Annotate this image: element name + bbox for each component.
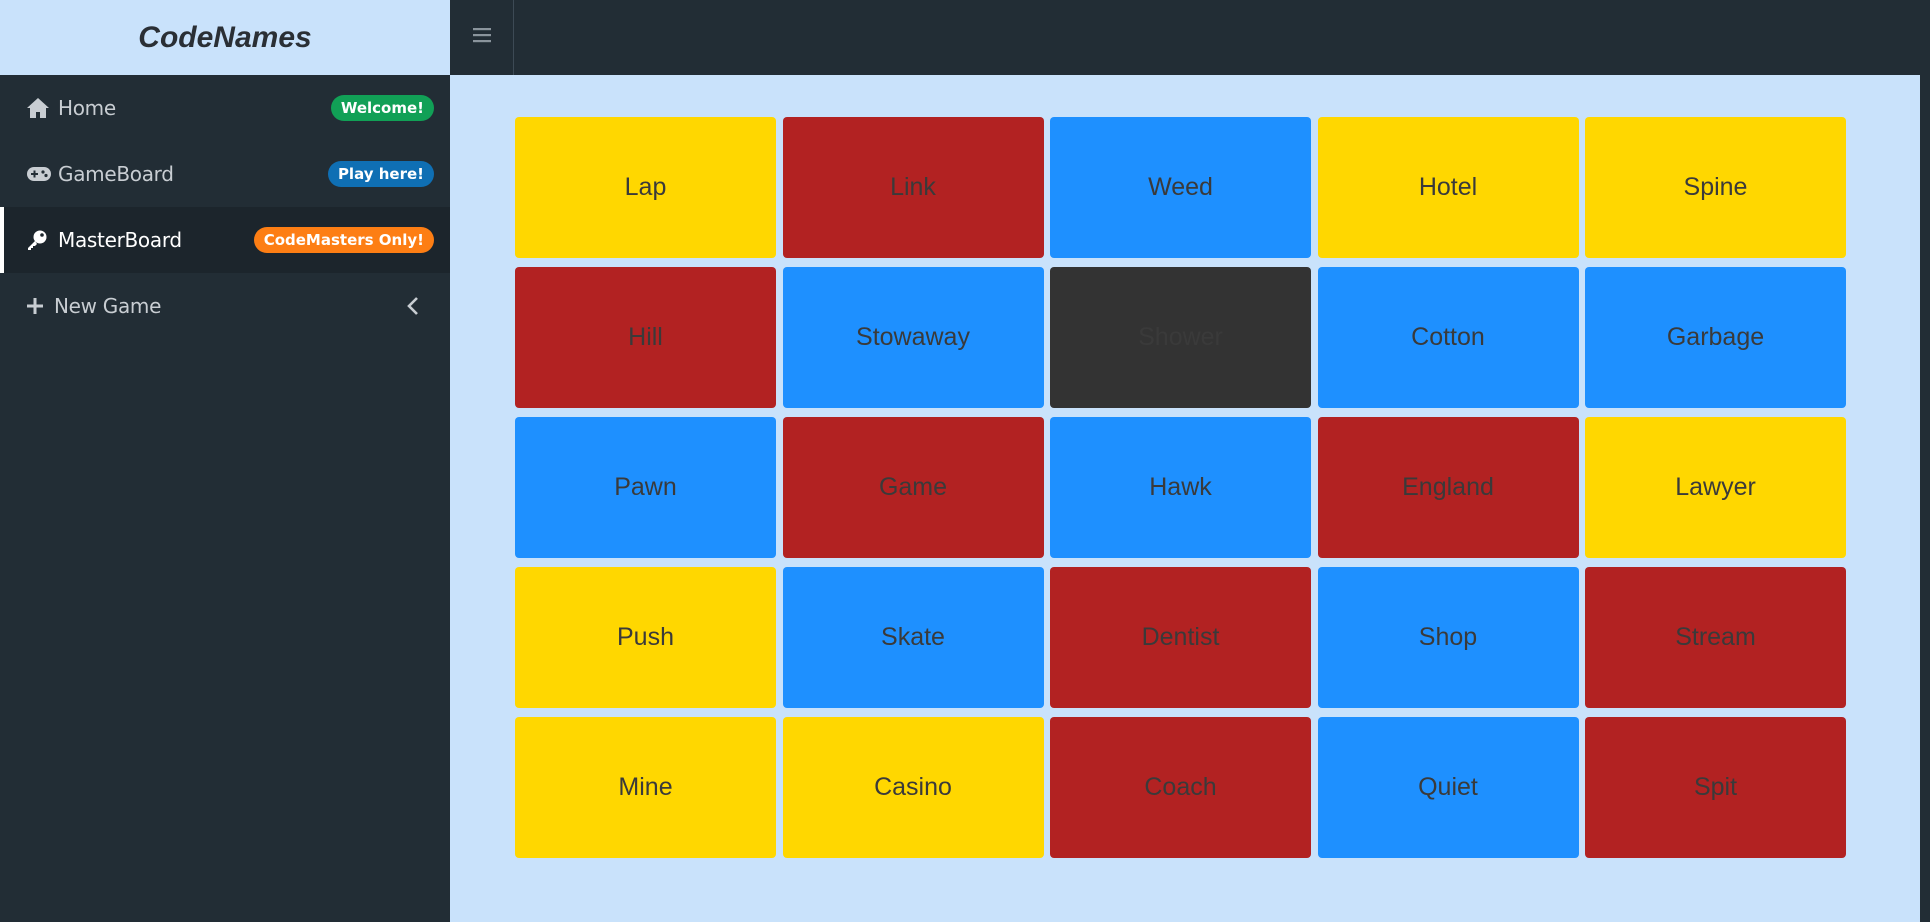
word-card[interactable]: Skate — [782, 567, 1044, 708]
sidebar-item-label: Home — [58, 96, 116, 120]
word-card[interactable]: Spine — [1585, 117, 1846, 258]
word-card[interactable]: Stowaway — [782, 267, 1044, 408]
master-board-grid: Lap Link Weed Hotel Spine Hill Stowaway Shower C… — [515, 117, 1846, 859]
word-card[interactable]: Hotel — [1317, 117, 1579, 258]
word-card[interactable]: Stream — [1585, 567, 1846, 708]
word-card[interactable]: Coach — [1050, 717, 1311, 858]
welcome-badge: Welcome! — [330, 95, 434, 121]
sidebar-item-new-game[interactable]: New Game — [0, 273, 450, 339]
top-navbar — [450, 0, 1920, 75]
word-card[interactable]: Dentist — [1050, 567, 1311, 708]
sidebar-item-label: GameBoard — [58, 162, 174, 186]
word-card[interactable]: Casino — [782, 717, 1044, 858]
key-icon — [26, 228, 52, 252]
word-card[interactable]: Garbage — [1585, 267, 1846, 408]
word-card[interactable]: Hawk — [1050, 417, 1311, 558]
hamburger-icon — [472, 26, 492, 49]
word-card[interactable]: Weed — [1050, 117, 1311, 258]
sidebar-item-masterboard[interactable]: MasterBoard CodeMasters Only! — [0, 207, 450, 273]
word-card[interactable]: Hill — [515, 267, 776, 408]
word-card[interactable]: Link — [782, 117, 1044, 258]
scrollbar[interactable] — [1920, 0, 1930, 922]
word-card[interactable]: Lawyer — [1585, 417, 1846, 558]
plus-icon — [26, 294, 48, 318]
word-card[interactable]: Cotton — [1317, 267, 1579, 408]
word-card[interactable]: Quiet — [1317, 717, 1579, 858]
word-card[interactable]: Game — [782, 417, 1044, 558]
play-badge: Play here! — [327, 161, 434, 187]
word-card[interactable]: Spit — [1585, 717, 1846, 858]
chevron-left-icon[interactable] — [406, 296, 420, 316]
gamepad-icon — [26, 162, 52, 186]
sidebar: CodeNames Home Welcome! GameBoard Play h… — [0, 0, 450, 922]
word-card[interactable]: Shop — [1317, 567, 1579, 708]
sidebar-item-label: New Game — [54, 294, 162, 318]
home-icon — [26, 96, 52, 120]
sidebar-item-gameboard[interactable]: GameBoard Play here! — [0, 141, 450, 207]
app-title: CodeNames — [138, 20, 312, 54]
sidebar-item-home[interactable]: Home Welcome! — [0, 75, 450, 141]
word-card[interactable]: Push — [515, 567, 776, 708]
word-card[interactable]: Mine — [515, 717, 776, 858]
word-card[interactable]: Shower — [1050, 267, 1311, 408]
word-card[interactable]: England — [1317, 417, 1579, 558]
codemasters-badge: CodeMasters Only! — [253, 227, 434, 253]
menu-toggle-button[interactable] — [450, 0, 514, 75]
word-card[interactable]: Pawn — [515, 417, 776, 558]
sidebar-item-label: MasterBoard — [58, 228, 182, 252]
word-card[interactable]: Lap — [515, 117, 776, 258]
brand-header[interactable]: CodeNames — [0, 0, 450, 75]
